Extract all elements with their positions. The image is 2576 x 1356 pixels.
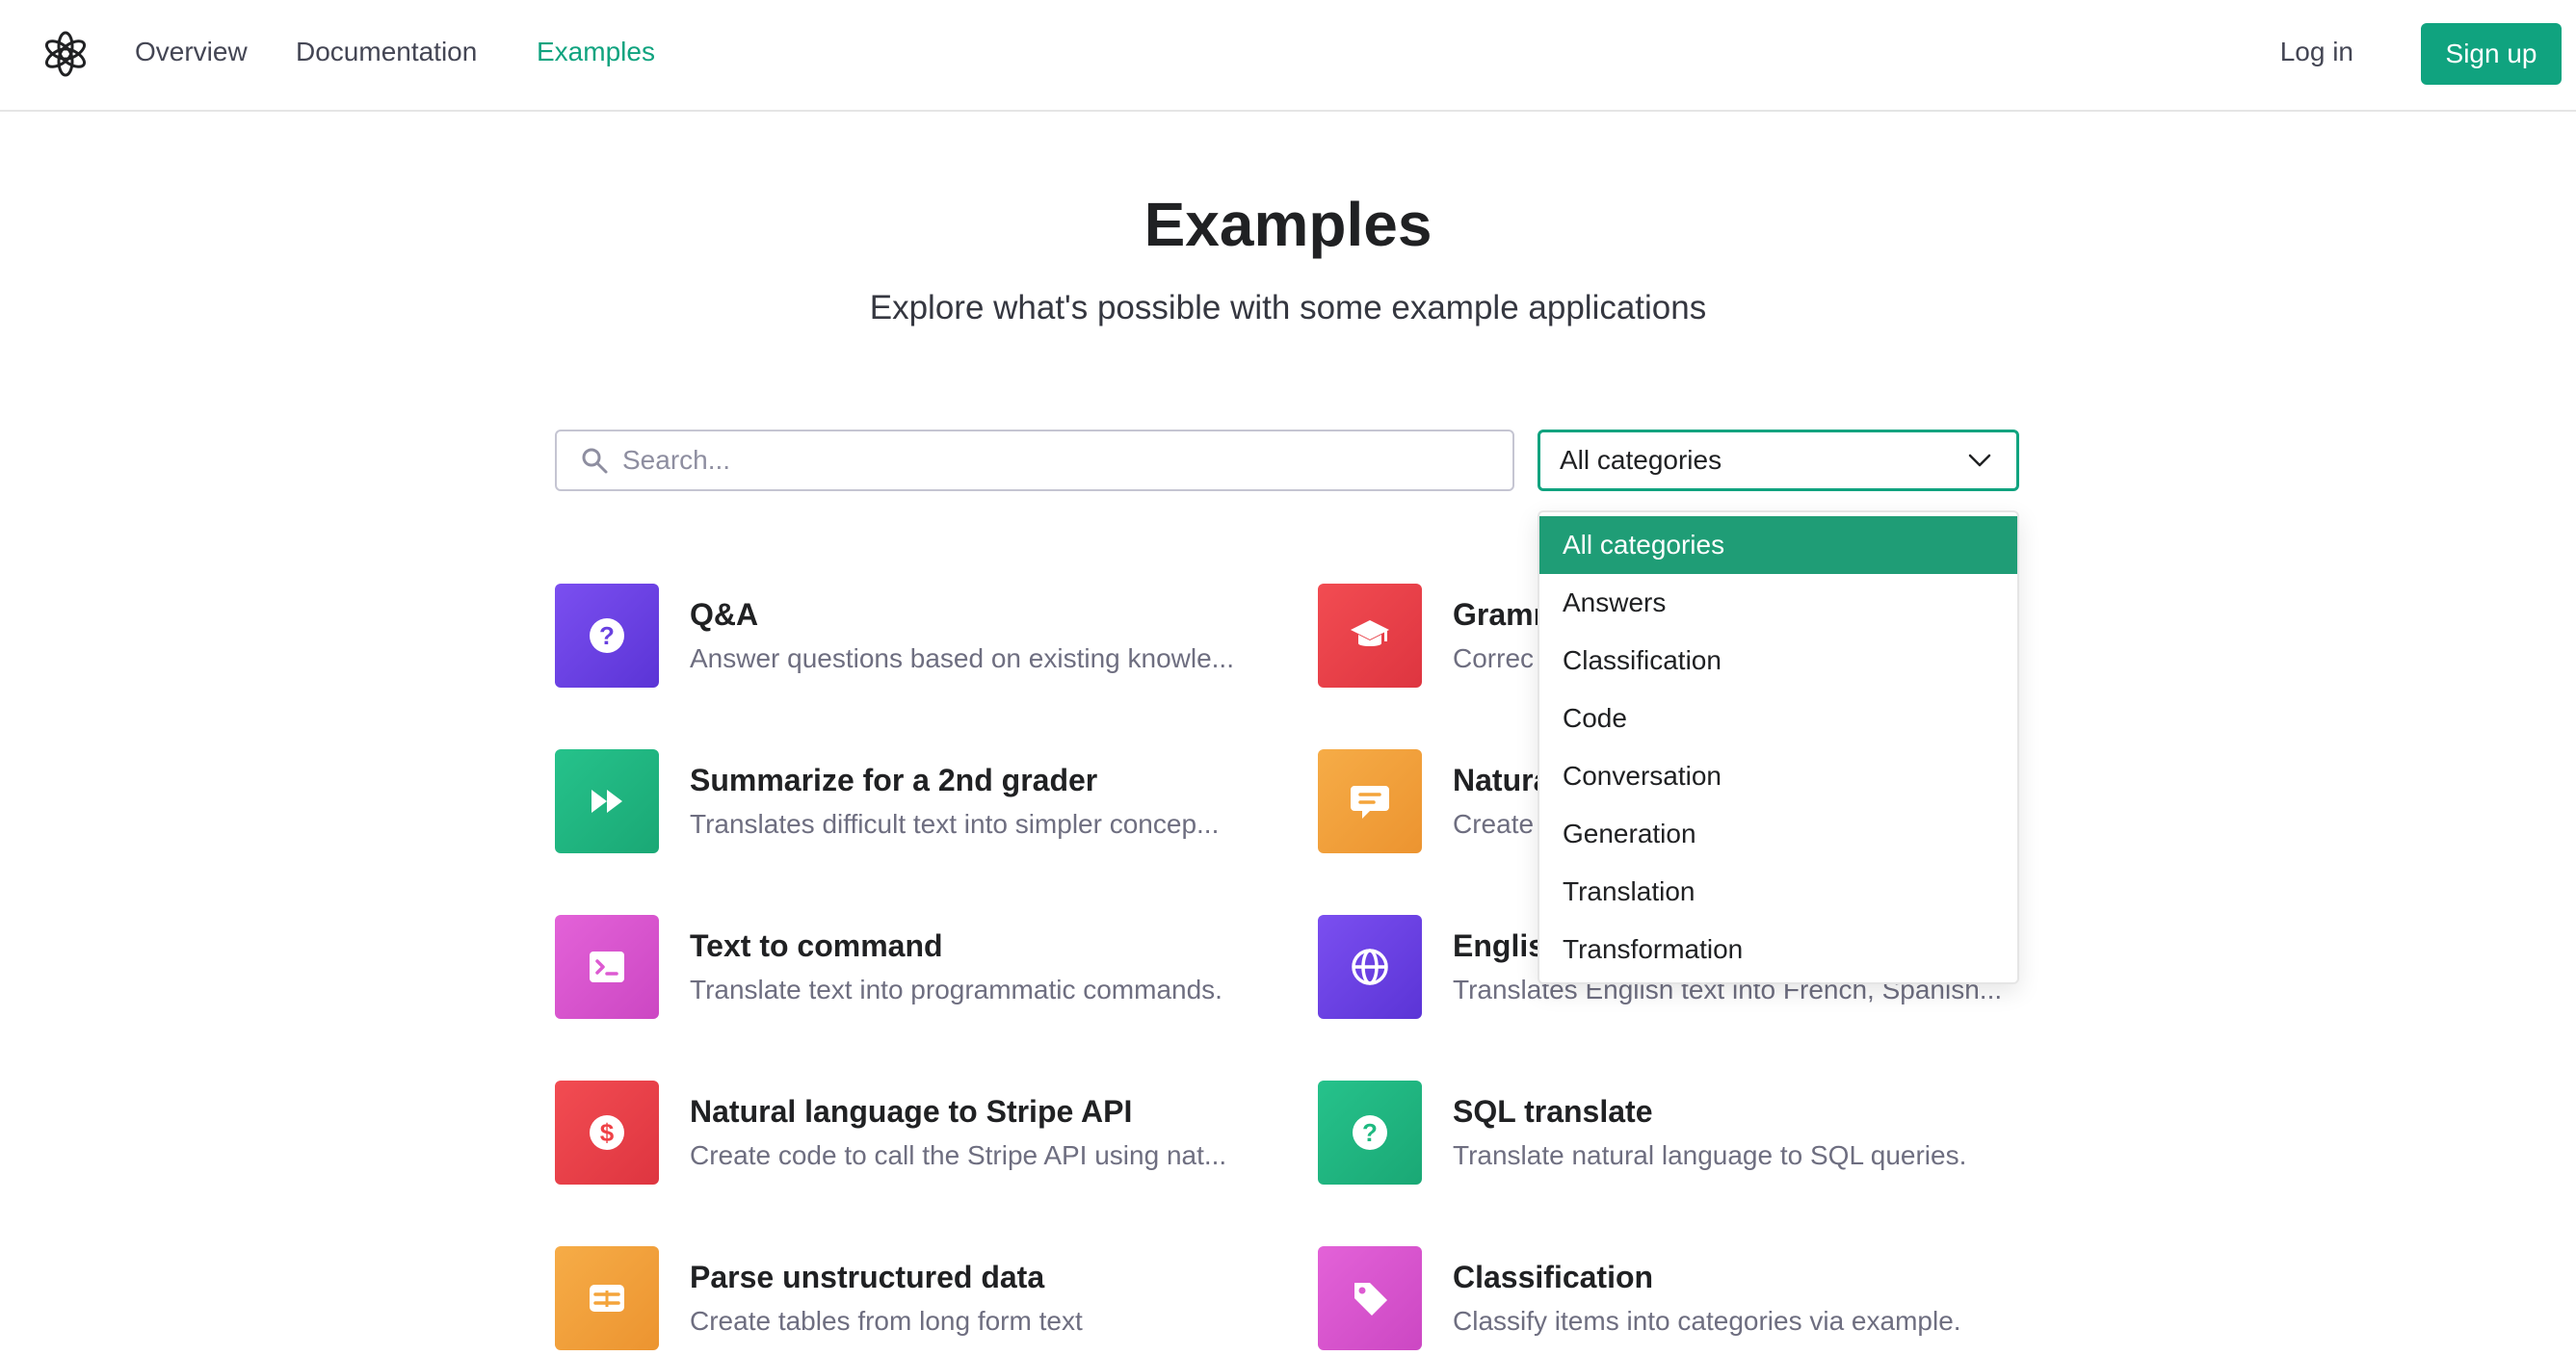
dropdown-option-answers[interactable]: Answers <box>1539 574 2017 632</box>
dropdown-option-generation[interactable]: Generation <box>1539 805 2017 863</box>
graduation-cap-icon <box>1318 584 1422 688</box>
question-icon: ? <box>555 584 659 688</box>
search-icon <box>582 448 608 474</box>
login-link[interactable]: Log in <box>2280 37 2353 67</box>
example-description: Create <box>1453 809 1535 839</box>
example-card-stripe-api[interactable]: $ Natural language to Stripe API Create … <box>555 1081 1306 1186</box>
example-card-parse-unstructured[interactable]: Parse unstructured data Create tables fr… <box>555 1246 1306 1352</box>
globe-icon <box>1318 915 1422 1019</box>
dropdown-option-classification[interactable]: Classification <box>1539 632 2017 690</box>
question-icon: ? <box>1318 1081 1422 1185</box>
fast-forward-icon <box>555 749 659 853</box>
nav-link-overview[interactable]: Overview <box>135 37 248 67</box>
example-title: Summarize for a 2nd grader <box>690 763 1098 797</box>
example-title: Englis <box>1453 928 1546 963</box>
tag-icon <box>1318 1246 1422 1350</box>
chevron-down-icon <box>1968 454 1991 467</box>
example-card-qa[interactable]: ? Q&A Answer questions based on existing… <box>555 584 1306 690</box>
svg-text:$: $ <box>600 1118 615 1147</box>
example-card-classification[interactable]: Classification Classify items into categ… <box>1318 1246 2069 1352</box>
dropdown-option-translation[interactable]: Translation <box>1539 863 2017 921</box>
example-title: Natura <box>1453 763 1551 797</box>
example-title: Natural language to Stripe API <box>690 1094 1133 1129</box>
nav-link-examples[interactable]: Examples <box>537 37 655 67</box>
category-dropdown-menu: All categories Answers Classification Co… <box>1538 510 2019 984</box>
example-title: Parse unstructured data <box>690 1260 1045 1294</box>
example-description: Answer questions based on existing knowl… <box>690 643 1234 673</box>
category-select[interactable]: All categories <box>1538 430 2019 491</box>
top-navigation-bar: Overview Documentation Examples Log in S… <box>0 0 2576 112</box>
table-icon <box>555 1246 659 1350</box>
example-description: Classify items into categories via examp… <box>1453 1306 1961 1336</box>
example-title: Classification <box>1453 1260 1654 1294</box>
example-description: Translate natural language to SQL querie… <box>1453 1140 1967 1170</box>
chat-message-icon <box>1318 749 1422 853</box>
dropdown-option-conversation[interactable]: Conversation <box>1539 747 2017 805</box>
example-card-text-to-command[interactable]: Text to command Translate text into prog… <box>555 915 1306 1021</box>
example-title: Q&A <box>690 597 759 632</box>
example-card-sql-translate[interactable]: ? SQL translate Translate natural langua… <box>1318 1081 2069 1186</box>
page-subtitle: Explore what's possible with some exampl… <box>869 289 1707 326</box>
dropdown-option-code[interactable]: Code <box>1539 690 2017 747</box>
svg-text:?: ? <box>1362 1118 1378 1147</box>
example-title: Text to command <box>690 928 943 963</box>
terminal-icon <box>555 915 659 1019</box>
example-description: Create code to call the Stripe API using… <box>690 1140 1227 1170</box>
signup-button[interactable]: Sign up <box>2421 23 2562 85</box>
example-description: Translate text into programmatic command… <box>690 975 1222 1004</box>
example-description: Create tables from long form text <box>690 1306 1083 1336</box>
example-title: SQL translate <box>1453 1094 1653 1129</box>
dropdown-option-transformation[interactable]: Transformation <box>1539 921 2017 978</box>
dollar-icon: $ <box>555 1081 659 1185</box>
nav-link-documentation[interactable]: Documentation <box>296 37 477 67</box>
dropdown-option-all-categories[interactable]: All categories <box>1539 516 2017 574</box>
openai-logo-icon[interactable] <box>40 29 91 79</box>
page-title: Examples <box>1143 190 1433 259</box>
example-description: Correc <box>1453 643 1535 673</box>
category-select-value: All categories <box>1560 445 1722 475</box>
search-input[interactable] <box>620 444 1491 477</box>
svg-text:?: ? <box>599 621 615 650</box>
example-card-summarize[interactable]: Summarize for a 2nd grader Translates di… <box>555 749 1306 855</box>
search-box[interactable] <box>555 430 1514 491</box>
example-description: Translates difficult text into simpler c… <box>690 809 1220 839</box>
